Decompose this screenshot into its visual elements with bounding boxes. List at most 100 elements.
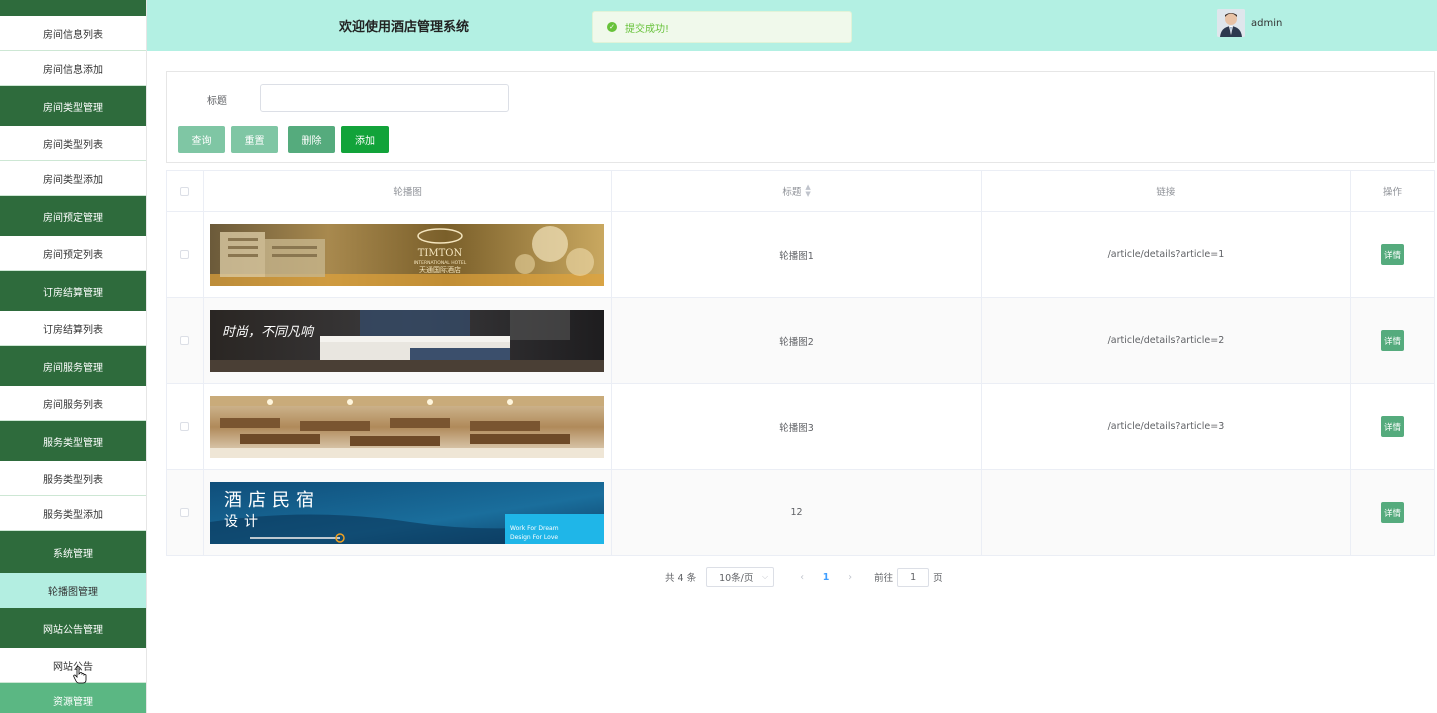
row-check-cell xyxy=(167,298,204,383)
search-panel: 标题 查询 重置 删除 添加 xyxy=(166,71,1435,163)
toast-message: 提交成功! xyxy=(625,23,670,35)
page-title: 欢迎使用酒店管理系统 xyxy=(339,20,470,35)
detail-button[interactable]: 详情 xyxy=(1381,330,1405,351)
sidebar-item-18[interactable]: 资源管理 xyxy=(0,683,146,713)
op-cell: 详情 xyxy=(1351,470,1434,555)
row-checkbox[interactable] xyxy=(180,336,190,345)
sidebar-item-4[interactable]: 房间类型添加 xyxy=(0,161,146,196)
link-cell: /article/details?article=1 xyxy=(982,212,1352,297)
banner-image-3 xyxy=(209,395,604,458)
column-header-image: 轮播图 xyxy=(204,171,613,211)
sort-icon[interactable]: ▲ ▼ xyxy=(805,184,810,198)
title-cell: 轮播图3 xyxy=(612,384,982,469)
prev-page-button[interactable]: ‹ xyxy=(794,572,810,583)
banner-image-4: 酒店民宿 设计 Work For Dream Design For Love xyxy=(209,481,604,544)
detail-button[interactable]: 详情 xyxy=(1381,244,1405,265)
table-row: 酒店民宿 设计 Work For Dream Design For Love 1… xyxy=(167,470,1434,556)
column-header-link: 链接 xyxy=(982,171,1352,211)
sidebar-item-12[interactable]: 服务类型列表 xyxy=(0,461,146,496)
sidebar-item-14[interactable]: 系统管理 xyxy=(0,531,146,573)
banner-2-slogan: 时尚，不同凡响 xyxy=(222,325,315,340)
detail-button[interactable]: 详情 xyxy=(1381,502,1405,523)
sidebar-item-5[interactable]: 房间预定管理 xyxy=(0,196,146,236)
title-search-input[interactable] xyxy=(260,84,509,112)
sidebar-item-8[interactable]: 订房结算列表 xyxy=(0,311,146,346)
hand-cursor-icon xyxy=(73,666,87,684)
sidebar-item-9[interactable]: 房间服务管理 xyxy=(0,346,146,386)
title-cell: 轮播图1 xyxy=(612,212,982,297)
page-size-select[interactable]: 10条/页 ⌵ xyxy=(706,567,775,587)
title-cell: 12 xyxy=(612,470,982,555)
banner-1-brand: TIMTON xyxy=(418,248,463,259)
check-circle-icon: ✓ xyxy=(607,22,617,32)
sidebar-item-11[interactable]: 服务类型管理 xyxy=(0,421,146,461)
link-cell: /article/details?article=2 xyxy=(982,298,1352,383)
title-field-label: 标题 xyxy=(207,96,227,107)
banner-image-1: TIMTON INTERNATIONAL HOTEL 天通国际酒店 xyxy=(209,223,604,286)
row-checkbox[interactable] xyxy=(180,508,190,517)
column-header-op: 操作 xyxy=(1383,187,1403,198)
query-button[interactable]: 查询 xyxy=(178,126,225,153)
sidebar-item-7[interactable]: 订房结算管理 xyxy=(0,271,146,311)
sidebar-item-3[interactable]: 房间类型列表 xyxy=(0,126,146,161)
banner-image-2: 时尚，不同凡响 xyxy=(209,309,604,372)
goto-label: 前往 xyxy=(874,573,894,584)
banner-1-cn: 天通国际酒店 xyxy=(419,265,461,274)
banner-4-en1: Work For Dream xyxy=(510,525,559,532)
sidebar-item-13[interactable]: 服务类型添加 xyxy=(0,496,146,531)
table-row: 时尚，不同凡响 轮播图2 /article/details?article=2 … xyxy=(167,298,1434,384)
chevron-down-icon: ⌵ xyxy=(762,572,769,581)
row-check-cell xyxy=(167,212,204,297)
select-all-checkbox[interactable] xyxy=(180,186,190,196)
user-name: admin xyxy=(1251,17,1283,29)
page-size-value: 10条/页 xyxy=(719,573,754,584)
goto-page-input[interactable] xyxy=(897,567,930,587)
column-title-label: 标题 xyxy=(782,187,802,198)
next-page-button[interactable]: › xyxy=(842,572,858,583)
op-cell: 详情 xyxy=(1351,298,1434,383)
sidebar-item-16[interactable]: 网站公告管理 xyxy=(0,608,146,648)
sidebar-item-15[interactable]: 轮播图管理 xyxy=(0,573,146,608)
avatar[interactable] xyxy=(1217,9,1245,37)
banner-cell: 酒店民宿 设计 Work For Dream Design For Love xyxy=(204,470,613,555)
reset-button[interactable]: 重置 xyxy=(231,126,278,153)
sidebar-item-6[interactable]: 房间预定列表 xyxy=(0,236,146,271)
delete-button[interactable]: 删除 xyxy=(288,126,335,153)
banner-4-en2: Design For Love xyxy=(510,534,558,541)
sidebar-item-0[interactable]: 房间信息列表 xyxy=(0,16,146,51)
add-button[interactable]: 添加 xyxy=(341,126,389,153)
sidebar: 房间信息列表 房间信息添加 房间类型管理 房间类型列表 房间类型添加 房间预定管理 房间预定… xyxy=(0,0,147,713)
banner-table: 轮播图 标题 ▲ ▼ 链接 操作 TIMTON INTERNATIONAL HO… xyxy=(166,170,1435,556)
pagination: 共 4 条 10条/页 ⌵ ‹ 1 › 前往 页 xyxy=(665,567,943,587)
banner-4-sub: 设计 xyxy=(224,514,264,530)
table-row: TIMTON INTERNATIONAL HOTEL 天通国际酒店 轮播图1 /… xyxy=(167,212,1434,298)
row-checkbox[interactable] xyxy=(180,250,190,259)
page-number-1[interactable]: 1 xyxy=(818,572,834,583)
banner-cell xyxy=(204,384,613,469)
detail-button[interactable]: 详情 xyxy=(1381,416,1405,437)
banner-4-title: 酒店民宿 xyxy=(224,490,320,511)
row-checkbox[interactable] xyxy=(180,422,190,431)
row-check-cell xyxy=(167,384,204,469)
row-check-cell xyxy=(167,470,204,555)
column-header-title[interactable]: 标题 ▲ ▼ xyxy=(612,171,982,211)
banner-cell: TIMTON INTERNATIONAL HOTEL 天通国际酒店 xyxy=(204,212,613,297)
link-cell xyxy=(982,470,1352,555)
banner-cell: 时尚，不同凡响 xyxy=(204,298,613,383)
op-cell: 详情 xyxy=(1351,212,1434,297)
page-suffix-label: 页 xyxy=(933,573,943,584)
user-menu[interactable]: admin xyxy=(1217,9,1282,37)
sidebar-item-1[interactable]: 房间信息添加 xyxy=(0,51,146,86)
sidebar-divider xyxy=(146,0,147,713)
sidebar-group-room-info[interactable] xyxy=(0,0,146,16)
table-header: 轮播图 标题 ▲ ▼ 链接 操作 xyxy=(167,171,1434,212)
select-all-cell xyxy=(167,171,204,211)
table-row: 轮播图3 /article/details?article=3 详情 xyxy=(167,384,1434,470)
sidebar-item-2[interactable]: 房间类型管理 xyxy=(0,86,146,126)
success-toast: ✓ 提交成功! xyxy=(592,11,852,43)
pager-total: 共 4 条 xyxy=(665,573,697,584)
sidebar-item-10[interactable]: 房间服务列表 xyxy=(0,386,146,421)
op-cell: 详情 xyxy=(1351,384,1434,469)
link-cell: /article/details?article=3 xyxy=(982,384,1352,469)
top-header: 欢迎使用酒店管理系统 ✓ 提交成功! admin xyxy=(147,0,1437,51)
